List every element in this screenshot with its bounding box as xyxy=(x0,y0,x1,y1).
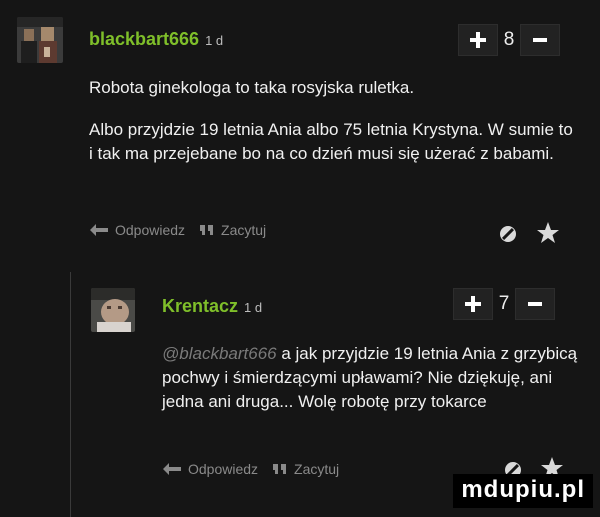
comment-text: @blackbart666 a jak przyjdzie 19 letnia … xyxy=(162,342,587,414)
minus-icon xyxy=(528,302,542,306)
quote-icon xyxy=(273,464,287,474)
quote-button[interactable]: Zacytuj xyxy=(199,222,266,238)
star-icon[interactable] xyxy=(536,221,560,250)
comment-age: 1 d xyxy=(205,33,224,48)
quote-icon xyxy=(200,225,214,235)
plus-icon xyxy=(470,32,486,48)
watermark-logo: mdupiu.pl xyxy=(453,474,593,508)
thread-line xyxy=(70,272,71,517)
downvote-button[interactable] xyxy=(515,288,555,320)
comment-actions: Odpowiedz Zacytuj xyxy=(89,222,266,238)
comment-body: @blackbart666 a jak przyjdzie 19 letnia … xyxy=(162,342,587,414)
comment-author[interactable]: Krentacz 1 d xyxy=(162,296,262,317)
quote-label: Zacytuj xyxy=(294,461,340,477)
upvote-button[interactable] xyxy=(458,24,498,56)
comment-body: Robota ginekologa to taka rosyjska rulet… xyxy=(89,76,579,166)
reply-arrow-icon xyxy=(163,463,181,475)
reply-arrow-icon xyxy=(90,224,108,236)
plus-icon xyxy=(465,296,481,312)
vote-count: 7 xyxy=(498,293,510,314)
vote-box: 8 xyxy=(458,24,560,56)
user-mention-link[interactable]: @blackbart666 xyxy=(162,344,277,363)
reply-button[interactable]: Odpowiedz xyxy=(162,461,258,477)
minus-icon xyxy=(533,38,547,42)
quote-label: Zacytuj xyxy=(221,222,267,238)
comment-paragraph: Robota ginekologa to taka rosyjska rulet… xyxy=(89,78,415,97)
avatar[interactable] xyxy=(91,288,135,332)
reply-button[interactable]: Odpowiedz xyxy=(89,222,185,238)
quote-button[interactable]: Zacytuj xyxy=(272,461,339,477)
block-icon[interactable] xyxy=(498,224,518,249)
reply-label: Odpowiedz xyxy=(115,222,186,238)
comment-author[interactable]: blackbart666 1 d xyxy=(89,29,223,50)
comment-paragraph: Albo przyjdzie 19 letnia Ania albo 75 le… xyxy=(89,120,573,163)
downvote-button[interactable] xyxy=(520,24,560,56)
comment-age: 1 d xyxy=(244,300,263,315)
vote-box: 7 xyxy=(453,288,555,320)
reply-label: Odpowiedz xyxy=(188,461,259,477)
comment-actions: Odpowiedz Zacytuj xyxy=(162,461,339,477)
vote-count: 8 xyxy=(503,29,515,50)
avatar[interactable] xyxy=(17,17,63,63)
upvote-button[interactable] xyxy=(453,288,493,320)
